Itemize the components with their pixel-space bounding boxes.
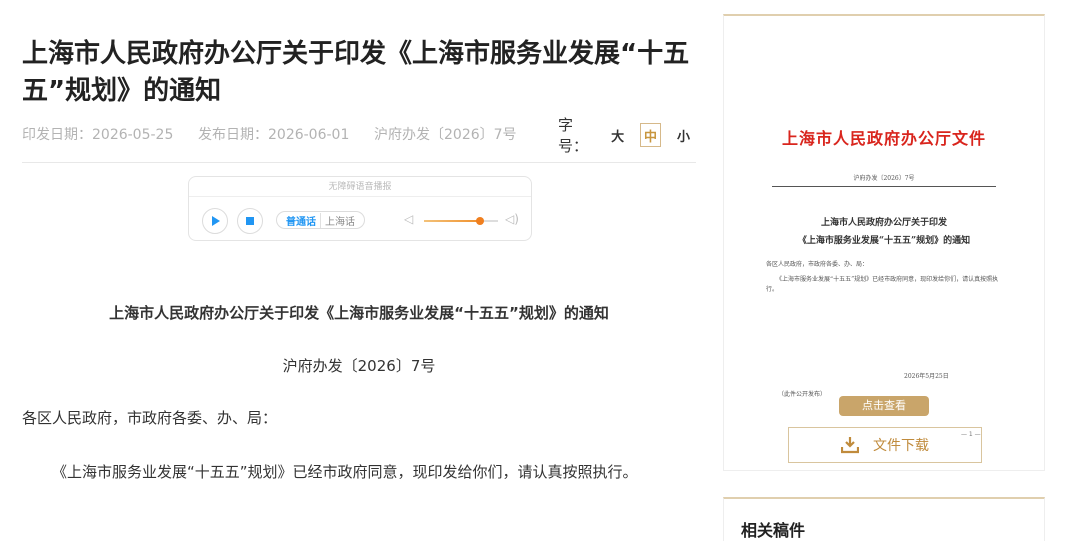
preview-doc-number: 沪府办发〔2026〕7号: [853, 175, 915, 182]
print-date: 印发日期：2026-05-25: [22, 127, 174, 143]
player-title: 无障碍语音播报: [189, 177, 531, 197]
preview-paragraph: 《上海市服务业发展“十五五”规划》已经市政府同意，现印发给你们，请认真按照执行。: [766, 276, 999, 293]
lang-mandarin[interactable]: 普通话: [282, 213, 320, 228]
view-button[interactable]: 点击查看: [839, 396, 929, 416]
meta-divider: [22, 162, 696, 163]
publish-date: 发布日期：2026-06-01: [198, 127, 350, 143]
play-button[interactable]: [202, 208, 228, 234]
preview-salutation: 各区人民政府，市政府各委、办、局：: [766, 261, 869, 268]
lang-shanghainese[interactable]: 上海话: [320, 212, 359, 228]
document-preview-panel: 上海市人民政府办公厅文件 沪府办发〔2026〕7号 上海市人民政府办公厅关于印发…: [723, 14, 1045, 471]
preview-title-line2: 《上海市服务业发展“十五五”规划》的通知: [797, 236, 971, 246]
stop-button[interactable]: [237, 208, 263, 234]
related-title: 相关稿件: [741, 521, 806, 540]
document-number: 沪府办发〔2026〕7号: [282, 357, 436, 375]
download-icon: [841, 437, 859, 454]
play-icon: [212, 216, 220, 226]
doc-number: 沪府办发〔2026〕7号: [374, 127, 517, 143]
font-size-large[interactable]: 大: [607, 123, 628, 147]
volume-low-icon: ◁: [404, 212, 414, 226]
preview-date: 2026年5月25日: [904, 373, 949, 380]
stop-icon: [246, 217, 254, 225]
font-size-switcher: 字号： 大 中 小: [558, 116, 706, 155]
download-label: 文件下载: [873, 438, 929, 454]
volume-slider[interactable]: [424, 217, 498, 225]
font-size-small[interactable]: 小: [673, 123, 694, 147]
font-size-medium[interactable]: 中: [640, 123, 662, 147]
language-switch: 普通话 上海话: [276, 211, 365, 229]
volume-fill: [424, 220, 480, 222]
page-title: 上海市人民政府办公厅关于印发《上海市服务业发展“十五五”规划》的通知: [22, 39, 690, 106]
preview-red-header: 上海市人民政府办公厅文件: [781, 129, 986, 148]
download-button[interactable]: 文件下载: [788, 427, 982, 463]
salutation: 各区人民政府，市政府各委、办、局：: [22, 409, 278, 427]
preview-divider: [772, 186, 996, 187]
audio-player: 无障碍语音播报 普通话 上海话 ◁ ◁): [188, 176, 532, 241]
preview-title-line1: 上海市人民政府办公厅关于印发: [820, 218, 947, 228]
volume-handle[interactable]: [475, 217, 484, 225]
document-heading: 上海市人民政府办公厅关于印发《上海市服务业发展“十五五”规划》的通知: [109, 304, 609, 322]
preview-publish-note: （此件公开发布）: [778, 391, 827, 398]
body-paragraph: 《上海市服务业发展“十五五”规划》已经市政府同意，现印发给你们，请认真按照执行。: [52, 463, 638, 481]
related-articles: 相关稿件: [723, 497, 1045, 541]
font-size-label: 字号：: [558, 116, 589, 155]
volume-high-icon: ◁): [505, 212, 519, 226]
